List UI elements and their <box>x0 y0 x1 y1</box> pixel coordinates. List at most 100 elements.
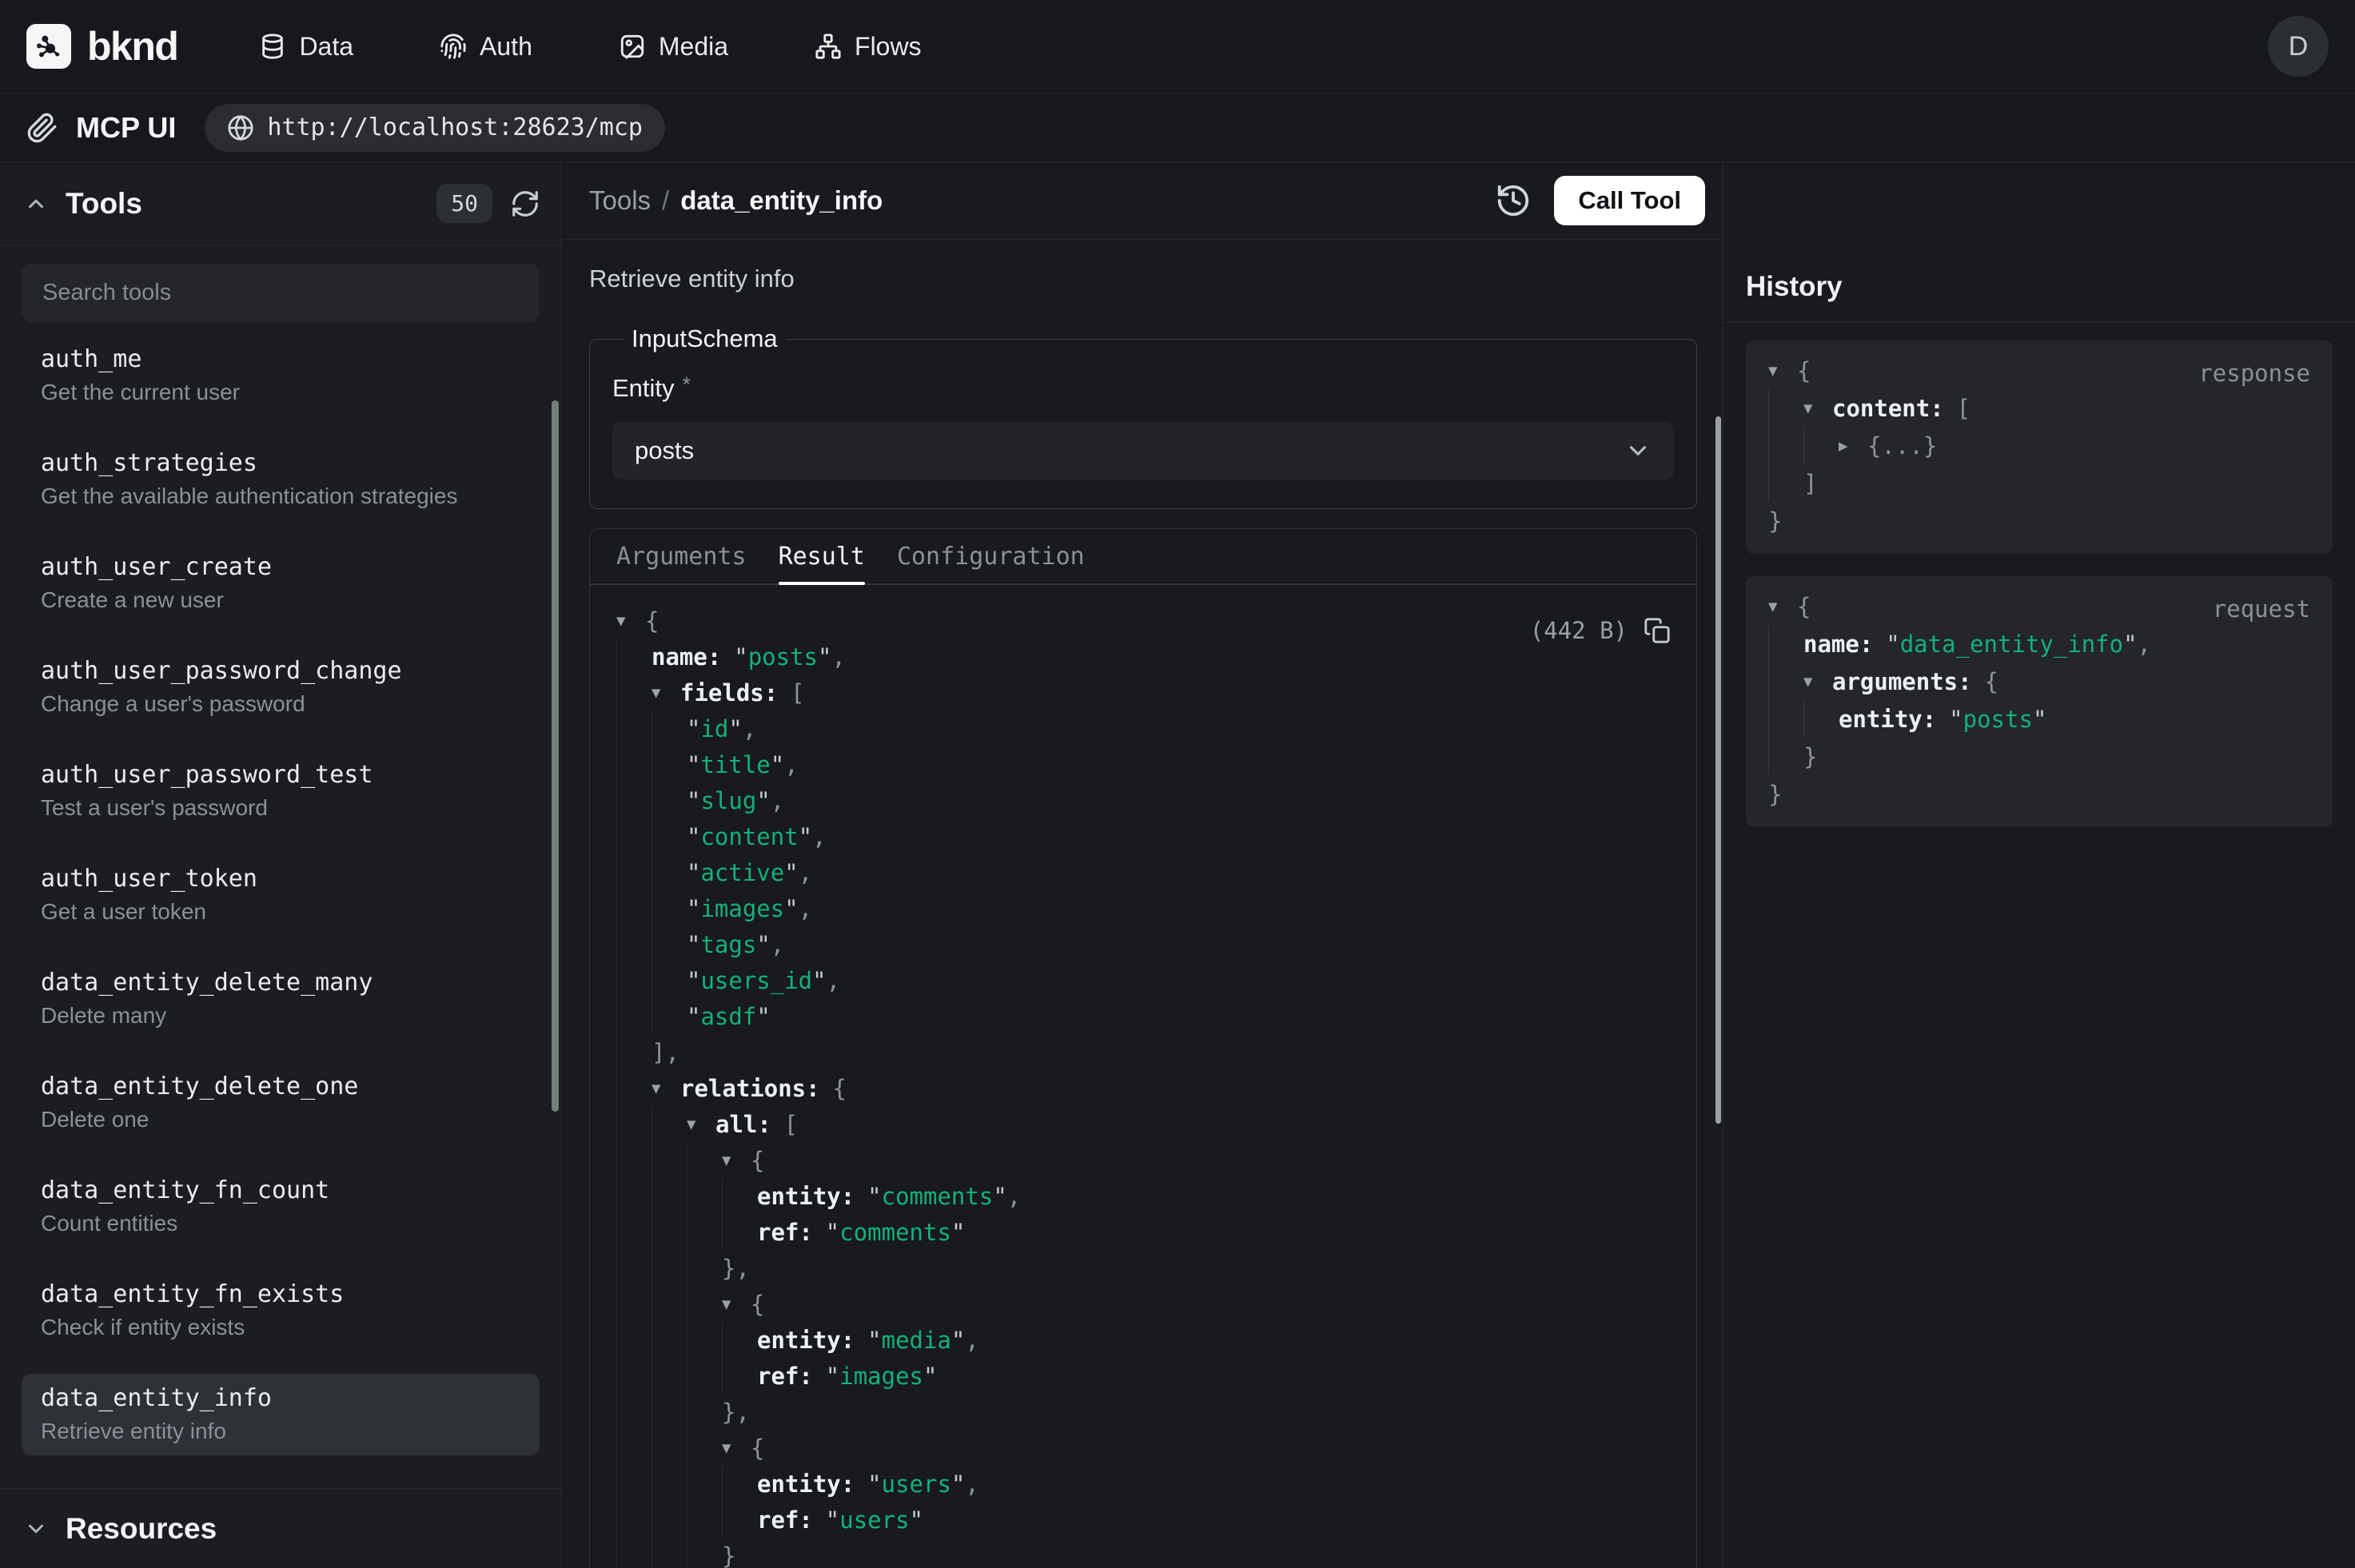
nav-item-media[interactable]: Media <box>619 32 728 62</box>
collapse-arrow-icon[interactable]: ▼ <box>616 612 645 630</box>
collapse-arrow-icon[interactable]: ▼ <box>652 1080 680 1097</box>
nav-item-auth[interactable]: Auth <box>440 32 532 62</box>
code-line: "title", <box>616 746 1668 782</box>
workflow-icon <box>815 33 842 60</box>
tool-list-item[interactable]: data_entity_delete_one Delete one <box>22 1062 540 1144</box>
tool-list-item[interactable]: auth_me Get the current user <box>22 335 540 416</box>
tool-description: Get a user token <box>41 899 520 925</box>
mcp-bar: MCP UI http://localhost:28623/mcp <box>0 94 2355 162</box>
breadcrumb-separator: / <box>662 185 669 216</box>
tools-section-header[interactable]: Tools 50 <box>0 162 561 245</box>
code-line: ▼arguments:{ <box>1768 663 2310 700</box>
tool-description: Test a user's password <box>41 795 520 821</box>
nav-item-label: Data <box>299 32 353 62</box>
top-nav: bknd Data <box>0 0 2355 94</box>
collapse-arrow-icon[interactable]: ▼ <box>722 1152 751 1169</box>
tools-count-badge: 50 <box>436 184 492 223</box>
nav-item-flows[interactable]: Flows <box>815 32 922 62</box>
tool-description: Delete one <box>41 1107 520 1132</box>
mcp-url-chip[interactable]: http://localhost:28623/mcp <box>205 104 665 152</box>
content-row: Tools 50 auth_meGet the current userauth… <box>0 162 2355 1568</box>
tool-list-item[interactable]: data_entity_fn_existsCheck if entity exi… <box>22 1270 540 1351</box>
code-line: ref:"images" <box>616 1358 1668 1394</box>
collapse-arrow-icon[interactable]: ▼ <box>722 1295 751 1313</box>
tool-name: data_entity_info <box>41 1385 520 1412</box>
image-icon <box>619 33 646 60</box>
collapse-arrow-icon[interactable]: ▼ <box>722 1439 751 1457</box>
history-card-tag: response <box>2198 360 2310 387</box>
search-input[interactable] <box>42 280 519 306</box>
tool-list-item[interactable]: data_entity_fn_countCount entities <box>22 1166 540 1248</box>
tool-name: auth_strategies <box>41 450 520 477</box>
tab-configuration[interactable]: Configuration <box>897 529 1085 583</box>
history-card-request[interactable]: request▼{name:"data_entity_info",▼argume… <box>1746 576 2333 827</box>
required-mark: * <box>683 372 691 396</box>
main-scrollbar[interactable] <box>1715 416 1721 1124</box>
code-line: "content", <box>616 818 1668 854</box>
history-card-response[interactable]: response▼{▼content:[▶{...}]} <box>1746 340 2333 554</box>
tool-name: data_entity_fn_exists <box>41 1281 520 1308</box>
tool-name: auth_me <box>41 346 520 373</box>
tool-list: auth_me Get the current user auth_strategi… <box>0 322 561 1488</box>
input-schema-legend: InputSchema <box>624 324 786 353</box>
code-line: } <box>616 1538 1668 1568</box>
code-line: ▼relations:{ <box>616 1070 1668 1106</box>
sidebar-scrollbar[interactable] <box>552 400 559 1112</box>
tool-name: auth_user_password_test <box>41 762 520 789</box>
tool-list-item[interactable]: auth_user_password_changeChange a user's… <box>22 647 540 728</box>
code-line: name:"data_entity_info", <box>1768 625 2310 663</box>
code-line: }, <box>616 1250 1668 1286</box>
main-panel: Tools / data_entity_info Call Tool Retri… <box>562 162 1723 1568</box>
collapse-arrow-icon[interactable]: ▼ <box>1803 673 1832 690</box>
code-line: "tags", <box>616 926 1668 962</box>
tool-name: data_entity_delete_one <box>41 1073 520 1100</box>
main-nav: Data Auth <box>259 32 921 62</box>
tab-row: Arguments Result Configuration <box>590 529 1696 585</box>
tab-arguments[interactable]: Arguments <box>616 529 747 583</box>
call-tool-button[interactable]: Call Tool <box>1554 176 1705 225</box>
entity-select[interactable]: posts <box>612 422 1674 480</box>
result-json-viewer: (442 B) ▼{name:"posts",▼fields:["id","ti… <box>590 585 1696 1568</box>
collapse-arrow-icon[interactable]: ▼ <box>1768 598 1797 615</box>
input-schema-fieldset: InputSchema Entity* posts <box>589 324 1697 509</box>
tools-title: Tools <box>66 187 142 221</box>
tool-list-item[interactable]: auth_user_createCreate a new user <box>22 543 540 624</box>
tool-list-item[interactable]: data_entity_delete_manyDelete many <box>22 958 540 1040</box>
code-line: } <box>1768 738 2310 775</box>
code-line: entity:"posts" <box>1768 700 2310 738</box>
code-line: ▼all:[ <box>616 1106 1668 1142</box>
user-avatar[interactable]: D <box>2268 16 2329 77</box>
copy-icon[interactable] <box>1644 617 1671 644</box>
result-tabs-container: Arguments Result Configuration (442 B) <box>589 528 1697 1568</box>
collapse-arrow-icon[interactable]: ▼ <box>1803 400 1832 417</box>
resources-section-header[interactable]: Resources <box>0 1488 561 1568</box>
code-line: ▼{ <box>616 1430 1668 1466</box>
tab-result[interactable]: Result <box>779 529 865 583</box>
code-line: } <box>1768 502 2310 539</box>
tool-list-item[interactable]: auth_user_password_test Test a user's pas… <box>22 750 540 832</box>
tool-description: Retrieve entity info <box>589 264 1697 294</box>
tool-description: Get the current user <box>41 380 520 405</box>
collapse-arrow-icon[interactable]: ▼ <box>1768 362 1797 380</box>
history-icon[interactable] <box>1495 182 1532 219</box>
code-line: entity:"users", <box>616 1466 1668 1502</box>
tool-list-item[interactable]: auth_strategiesGet the available authent… <box>22 439 540 520</box>
collapse-arrow-icon[interactable]: ▼ <box>687 1116 715 1133</box>
code-line: ref:"comments" <box>616 1214 1668 1250</box>
collapse-arrow-icon[interactable]: ▼ <box>652 684 680 702</box>
tool-name: data_entity_delete_many <box>41 969 520 997</box>
refresh-icon[interactable] <box>510 189 540 219</box>
tool-list-item[interactable]: auth_user_tokenGet a user token <box>22 854 540 936</box>
result-meta: (442 B) <box>1530 617 1671 644</box>
chevron-down-icon <box>1624 437 1652 464</box>
brand-logo-group[interactable]: bknd <box>26 23 177 70</box>
breadcrumb-section[interactable]: Tools <box>589 185 651 216</box>
history-card-tag: request <box>2213 595 2310 623</box>
search-box <box>22 264 540 322</box>
collapse-arrow-icon[interactable]: ▶ <box>1839 437 1867 455</box>
header-actions: Call Tool <box>1495 176 1705 225</box>
chevron-down-icon <box>24 1517 48 1541</box>
tool-list-item[interactable]: data_entity_infoRetrieve entity info <box>22 1374 540 1455</box>
nav-item-data[interactable]: Data <box>259 32 353 62</box>
code-line: ] <box>1768 464 2310 502</box>
